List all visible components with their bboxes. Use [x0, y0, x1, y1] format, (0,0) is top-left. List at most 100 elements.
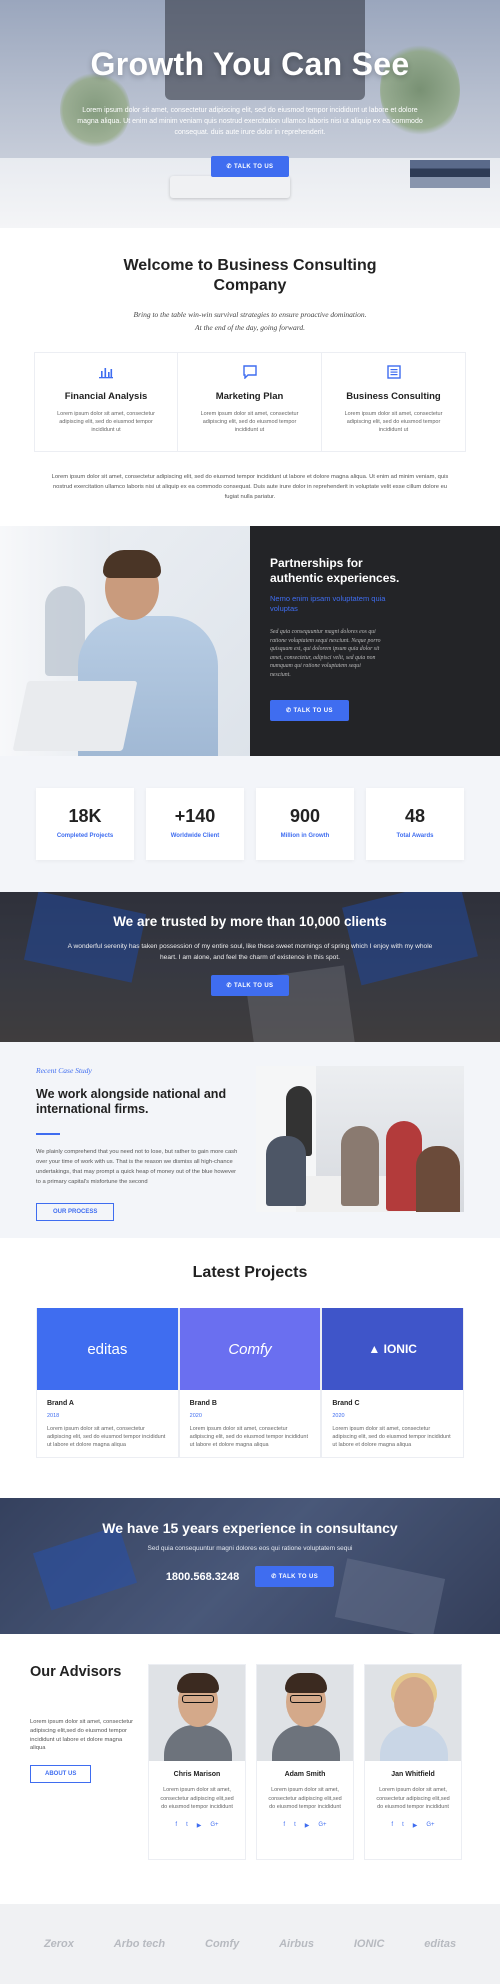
hero-keyboard-image: [170, 176, 290, 198]
partnership-photo: [0, 526, 250, 756]
services-row: Financial Analysis Lorem ipsum dolor sit…: [30, 352, 470, 452]
welcome-paragraph: Lorem ipsum dolor sit amet, consectetur …: [51, 474, 449, 500]
social-links: f t ▶ G+: [257, 1822, 353, 1829]
partnership-talk-label: TALK TO US: [293, 707, 333, 714]
advisor-text: Lorem ipsum dolor sit amet, consectetur …: [376, 1787, 450, 1811]
advisors-section: Our Advisors Lorem ipsum dolor sit amet,…: [0, 1634, 500, 1904]
stat-label: Worldwide Client: [170, 833, 220, 839]
hero-talk-button[interactable]: ✆ TALK TO US: [210, 156, 290, 177]
facebook-icon[interactable]: f: [391, 1822, 393, 1829]
triangle-icon: ▲: [368, 1342, 384, 1356]
twitter-icon[interactable]: t: [402, 1822, 404, 1829]
welcome-subtitle-line: At the end of the day, going forward.: [195, 323, 305, 332]
client-logo: Zerox: [43, 1938, 74, 1950]
service-text: Lorem ipsum dolor sit amet, consectetur …: [200, 411, 299, 433]
chat-icon: ✆: [286, 707, 294, 714]
stat-card: 900 Million in Growth: [256, 788, 354, 860]
service-text: Lorem ipsum dolor sit amet, consectetur …: [57, 411, 155, 433]
advisor-text: Lorem ipsum dolor sit amet, consectetur …: [160, 1787, 234, 1811]
partnership-talk-button[interactable]: ✆ TALK TO US: [270, 699, 349, 721]
advisor-text: Lorem ipsum dolor sit amet, consectetur …: [268, 1787, 342, 1811]
service-card[interactable]: Financial Analysis Lorem ipsum dolor sit…: [34, 352, 178, 452]
avatar: [149, 1665, 245, 1761]
project-card[interactable]: editas Brand A 2018 Lorem ipsum dolor si…: [36, 1308, 179, 1458]
chart-icon: [49, 365, 163, 383]
project-text: Lorem ipsum dolor sit amet, consectetur …: [189, 1426, 308, 1448]
hero-section: Growth You Can See Lorem ipsum dolor sit…: [0, 0, 500, 228]
advisor-name: Adam Smith: [284, 1771, 326, 1778]
experience-section: We have 15 years experience in consultan…: [0, 1498, 500, 1634]
advisors-text: Lorem ipsum dolor sit amet, consectetur …: [30, 1719, 134, 1752]
project-name: Brand B: [189, 1400, 217, 1407]
service-title: Business Consulting: [346, 391, 441, 402]
our-process-button[interactable]: OUR PROCESS: [36, 1203, 115, 1221]
avatar: [365, 1665, 461, 1761]
social-links: f t ▶ G+: [149, 1822, 245, 1829]
welcome-title: Welcome to Business Consulting Company: [123, 257, 377, 294]
advisor-card[interactable]: Chris Marison Lorem ipsum dolor sit amet…: [148, 1664, 246, 1860]
advisors-title: Our Advisors: [30, 1664, 122, 1680]
experience-title: We have 15 years experience in consultan…: [102, 1520, 398, 1536]
experience-text: Sed quia consequuntur magni dolores eos …: [147, 1545, 353, 1552]
advisor-card[interactable]: Adam Smith Lorem ipsum dolor sit amet, c…: [256, 1664, 354, 1860]
about-us-button[interactable]: ABOUT US: [30, 1765, 92, 1784]
chat-icon: [192, 365, 307, 383]
service-title: Marketing Plan: [215, 391, 284, 402]
partnership-section: Partnerships for authentic experiences. …: [0, 526, 500, 756]
partnership-title: Partnerships for authentic experiences.: [270, 556, 400, 585]
stat-value: +140: [174, 806, 216, 826]
project-name: Brand A: [47, 1400, 74, 1407]
stat-card: 18K Completed Projects: [36, 788, 134, 860]
projects-section: Latest Projects editas Brand A 2018 Lore…: [0, 1238, 500, 1498]
twitter-icon[interactable]: t: [294, 1822, 296, 1829]
trusted-section: We are trusted by more than 10,000 clien…: [0, 892, 500, 1042]
stat-label: Million in Growth: [280, 833, 330, 839]
stat-value: 900: [289, 806, 321, 826]
social-links: f t ▶ G+: [365, 1822, 461, 1829]
client-logo: Airbus: [279, 1938, 314, 1950]
trusted-talk-label: TALK TO US: [234, 983, 274, 989]
facebook-icon[interactable]: f: [175, 1822, 177, 1829]
google-plus-icon[interactable]: G+: [426, 1822, 434, 1829]
stats-section: 18K Completed Projects +140 Worldwide Cl…: [0, 756, 500, 892]
phone-number[interactable]: 1800.568.3248: [166, 1571, 239, 1583]
partnership-panel: Partnerships for authentic experiences. …: [250, 526, 500, 756]
divider: [36, 1133, 60, 1135]
client-logo: IONIC: [353, 1938, 385, 1950]
advisor-card[interactable]: Jan Whitfield Lorem ipsum dolor sit amet…: [364, 1664, 462, 1860]
case-study-title: We work alongside national and internati…: [36, 1087, 227, 1116]
project-card[interactable]: ▲ IONIC Brand C 2020 Lorem ipsum dolor s…: [321, 1308, 465, 1458]
youtube-icon[interactable]: ▶: [197, 1822, 202, 1829]
service-card[interactable]: Business Consulting Lorem ipsum dolor si…: [322, 352, 466, 452]
chat-icon: ✆: [271, 1574, 279, 1580]
case-study-section: Recent Case Study We work alongside nati…: [0, 1042, 500, 1238]
facebook-icon[interactable]: f: [283, 1822, 285, 1829]
advisor-name: Chris Marison: [173, 1771, 221, 1778]
project-year: 2020: [189, 1413, 202, 1419]
clients-logos: Zerox Arbo tech Comfy Airbus IONIC edita…: [0, 1904, 500, 1984]
experience-talk-button[interactable]: ✆ TALK TO US: [255, 1566, 335, 1587]
case-study-photo: [256, 1066, 464, 1212]
case-study-text: We plainly comprehend that you need not …: [36, 1149, 238, 1185]
project-card[interactable]: Comfy Brand B 2020 Lorem ipsum dolor sit…: [178, 1308, 322, 1458]
google-plus-icon[interactable]: G+: [210, 1822, 218, 1829]
client-logo: editas: [424, 1938, 457, 1950]
client-logo: Comfy: [205, 1938, 240, 1950]
welcome-subtitle-line: Bring to the table win-win survival stra…: [133, 310, 367, 319]
service-card[interactable]: Marketing Plan Lorem ipsum dolor sit ame…: [178, 352, 322, 452]
stat-value: 18K: [68, 806, 102, 826]
projects-row: editas Brand A 2018 Lorem ipsum dolor si…: [36, 1308, 465, 1458]
project-year: 2020: [332, 1413, 345, 1419]
document-icon: [336, 365, 451, 383]
youtube-icon[interactable]: ▶: [305, 1822, 310, 1829]
project-logo: ▲ IONIC: [322, 1308, 464, 1390]
service-title: Financial Analysis: [64, 391, 148, 402]
project-year: 2018: [47, 1413, 60, 1419]
youtube-icon[interactable]: ▶: [413, 1822, 418, 1829]
google-plus-icon[interactable]: G+: [318, 1822, 326, 1829]
trusted-title: We are trusted by more than 10,000 clien…: [113, 914, 387, 929]
advisor-name: Jan Whitfield: [391, 1771, 435, 1778]
twitter-icon[interactable]: t: [186, 1822, 188, 1829]
trusted-talk-button[interactable]: ✆ TALK TO US: [210, 975, 290, 996]
experience-talk-label: TALK TO US: [278, 1574, 319, 1580]
